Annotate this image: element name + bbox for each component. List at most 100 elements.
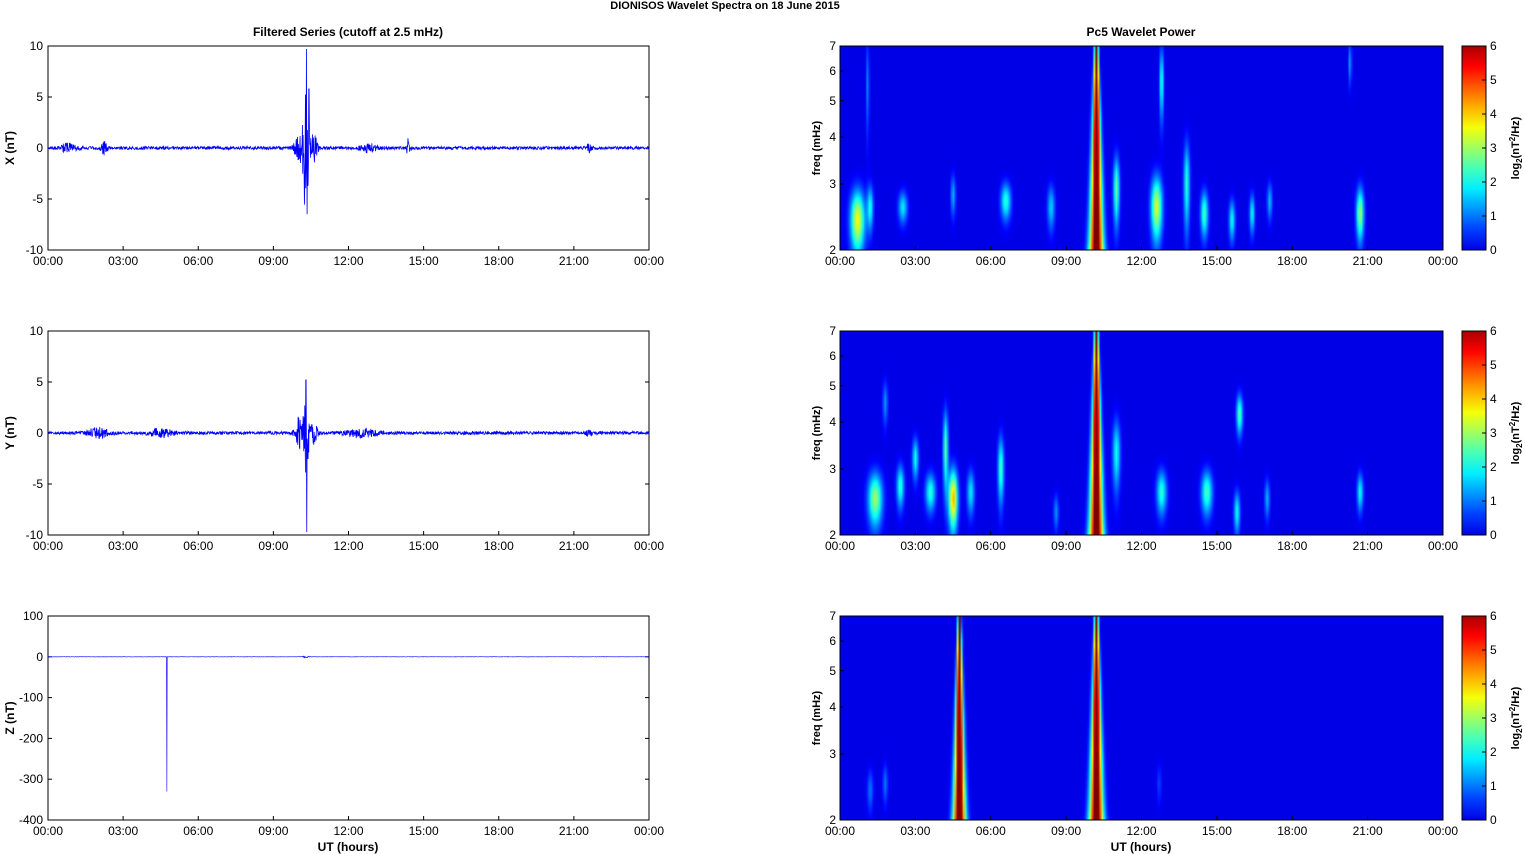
right-xlabel: UT (hours) [1111,840,1172,854]
series-3-xtick-label: 09:00 [258,824,288,838]
spectrogram-1-ytick-label: 5 [829,94,836,108]
spectrogram-2-colorbar-tick-label: 5 [1490,358,1497,372]
series-1-xtick-label: 18:00 [484,254,514,268]
spectrogram-1-colorbar-tick-label: 2 [1490,175,1497,189]
spectrogram-1-colorbar-tick-label: 6 [1490,39,1497,53]
spectrogram-1-colorbar-tick-label: 0 [1490,243,1497,257]
series-3-xtick-label: 15:00 [409,824,439,838]
spectrogram-2-colorbar-tick-label: 4 [1490,392,1497,406]
right-column-title: Pc5 Wavelet Power [1087,25,1196,39]
series-1-ylabel: X (nT) [3,131,17,165]
series-2-ytick-label: -5 [32,477,43,491]
spectrogram-2-ytick-label: 7 [829,324,836,338]
spectrogram-1-xtick-label: 06:00 [976,254,1006,268]
spectrogram-2-xtick-label: 09:00 [1051,539,1081,553]
spectrogram-3-xtick-label: 15:00 [1202,824,1232,838]
series-3-ytick-label: -300 [19,772,43,786]
spectrogram-2-xtick-label: 00:00 [825,539,855,553]
series-3-ytick-label: -100 [19,691,43,705]
spectrogram-1-colorbar-tick-label: 4 [1490,107,1497,121]
series-2-ytick-label: 10 [30,324,44,338]
series-1-xtick-label: 09:00 [258,254,288,268]
spectrogram-3-colorbar-tick-label: 4 [1490,677,1497,691]
series-2-xtick-label: 09:00 [258,539,288,553]
series-1-xtick-label: 15:00 [409,254,439,268]
spectrogram-3-xtick-label: 00:00 [825,824,855,838]
spectrogram-3-colorbar-tick-label: 2 [1490,745,1497,759]
series-3-xtick-label: 06:00 [183,824,213,838]
spectrogram-1-colorbar-tick-label: 1 [1490,209,1497,223]
spectrogram-3-colorbar-tick-label: 3 [1490,711,1497,725]
spectrogram-2-ytick-label: 6 [829,349,836,363]
series-3-xtick-label: 18:00 [484,824,514,838]
spectrogram-2-ytick-label: 4 [829,415,836,429]
wavelet-figure: DIONISOS Wavelet Spectra on 18 June 2015… [3,0,1524,854]
series-1-ytick-label: -5 [32,192,43,206]
series-3-xtick-label: 12:00 [333,824,363,838]
spectrogram-2-ylabel: freq (mHz) [811,405,823,460]
series-1-xtick-label: 00:00 [33,254,63,268]
spectrogram-1-xtick-label: 03:00 [900,254,930,268]
spectrogram-3-xtick-label: 21:00 [1353,824,1383,838]
series-3-xtick-label: 00:00 [634,824,664,838]
spectrogram-2-colorbar-tick-label: 3 [1490,426,1497,440]
left-xlabel: UT (hours) [318,840,379,854]
series-2-ytick-label: 0 [36,426,43,440]
spectrogram-1-colorbar-tick-label: 3 [1490,141,1497,155]
spectrogram-2-xtick-label: 03:00 [900,539,930,553]
spectrogram-2-ytick-label: 5 [829,379,836,393]
spectrogram-1-ytick-label: 3 [829,177,836,191]
spectrogram-3-xtick-label: 12:00 [1126,824,1156,838]
spectrogram-3-xtick-label: 06:00 [976,824,1006,838]
series-2-xtick-label: 21:00 [559,539,589,553]
series-2-xtick-label: 00:00 [33,539,63,553]
spectrogram-3-colorbar-tick-label: 0 [1490,813,1497,827]
spectrogram-2-xtick-label: 18:00 [1277,539,1307,553]
spectrogram-2-xtick-label: 21:00 [1353,539,1383,553]
spectrogram-3-colorbar-label: log2(nT2/Hz) [1508,686,1524,749]
series-2-xtick-label: 06:00 [183,539,213,553]
spectrogram-3-xtick-label: 09:00 [1051,824,1081,838]
spectrogram-1-xtick-label: 18:00 [1277,254,1307,268]
spectrogram-1-ytick-label: 7 [829,39,836,53]
series-3-ylabel: Z (nT) [3,701,17,734]
figure-title: DIONISOS Wavelet Spectra on 18 June 2015 [610,0,839,12]
spectrogram-1-xtick-label: 09:00 [1051,254,1081,268]
series-3-ytick-label: -200 [19,731,43,745]
spectrogram-3-ylabel: freq (mHz) [811,690,823,745]
spectrogram-2-colorbar-tick-label: 2 [1490,460,1497,474]
series-3-axes [47,615,650,821]
series-1-xtick-label: 21:00 [559,254,589,268]
series-1-ytick-label: 0 [36,141,43,155]
series-2-ytick-label: 5 [36,375,43,389]
series-3-ytick-label: 0 [36,650,43,664]
spectrogram-2-xtick-label: 06:00 [976,539,1006,553]
spectrogram-1-xtick-label: 21:00 [1353,254,1383,268]
spectrogram-2-colorbar-label: log2(nT2/Hz) [1508,401,1524,464]
spectrogram-1-colorbar-tick-label: 5 [1490,73,1497,87]
series-1-xtick-label: 00:00 [634,254,664,268]
spectrogram-3-ytick-label: 5 [829,664,836,678]
series-2-xtick-label: 12:00 [333,539,363,553]
series-3-xtick-label: 03:00 [108,824,138,838]
spectrogram-3-xtick-label: 00:00 [1428,824,1458,838]
spectrogram-3-colorbar-tick-label: 6 [1490,609,1497,623]
spectrogram-3-colorbar-tick-label: 1 [1490,779,1497,793]
spectrogram-1-ylabel: freq (mHz) [811,120,823,175]
series-2-xtick-label: 03:00 [108,539,138,553]
spectrogram-1-xtick-label: 00:00 [825,254,855,268]
spectrogram-1-xtick-label: 15:00 [1202,254,1232,268]
series-1-ytick-label: 5 [36,90,43,104]
spectrogram-2-colorbar-tick-label: 0 [1490,528,1497,542]
spectrogram-3-ytick-label: 7 [829,609,836,623]
spectrogram-1-heatmap [840,46,1443,250]
spectrogram-1-ytick-label: 4 [829,130,836,144]
spectrogram-1-colorbar-label: log2(nT2/Hz) [1508,116,1524,179]
spectrogram-2-xtick-label: 00:00 [1428,539,1458,553]
spectrogram-2-colorbar-tick-label: 1 [1490,494,1497,508]
spectrogram-3-colorbar-tick-label: 5 [1490,643,1497,657]
spectrogram-2-xtick-label: 12:00 [1126,539,1156,553]
series-2-xtick-label: 00:00 [634,539,664,553]
spectrogram-2-heatmap [840,331,1443,535]
series-3-xtick-label: 21:00 [559,824,589,838]
